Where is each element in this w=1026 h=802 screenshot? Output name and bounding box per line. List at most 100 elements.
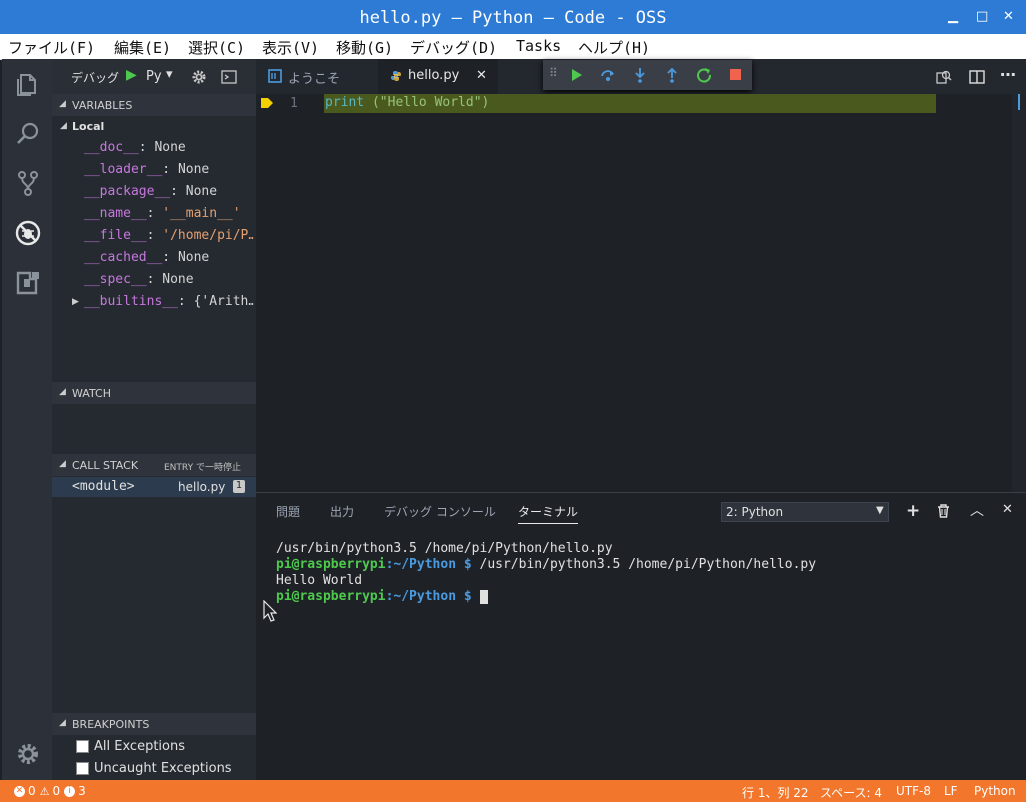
extensions-icon[interactable] bbox=[15, 270, 41, 296]
variable-row[interactable]: __file__: '/home/pi/P… bbox=[84, 228, 254, 243]
menu-view[interactable]: 表示(V) bbox=[262, 37, 319, 58]
tab-welcome[interactable]: ようこそ bbox=[256, 59, 376, 94]
scope-expand-icon[interactable]: ◢ bbox=[60, 121, 67, 131]
variable-row[interactable]: __package__: None bbox=[84, 184, 254, 199]
maximize-button[interactable]: □ bbox=[976, 9, 988, 24]
tab-terminal[interactable]: ターミナル bbox=[518, 503, 579, 524]
minimize-button[interactable]: ▁ bbox=[948, 9, 958, 24]
terminal-cursor bbox=[479, 589, 488, 604]
terminal-line: /usr/bin/python3.5 /home/pi/Python/hello… bbox=[276, 541, 613, 556]
collapse-triangle-icon: ◢ bbox=[59, 99, 66, 109]
terminal-select[interactable]: 2: Python ▼ bbox=[721, 502, 889, 522]
open-changes-icon[interactable] bbox=[936, 69, 952, 85]
source-control-icon[interactable] bbox=[15, 170, 41, 196]
debug-toolbar: ⠿ bbox=[543, 60, 752, 90]
indentation[interactable]: スペース: 4 bbox=[820, 784, 882, 801]
breakpoints-header[interactable]: ◢ BREAKPOINTS bbox=[52, 713, 256, 735]
bottom-panel: 問題 出力 デバッグ コンソール ターミナル 2: Python ▼ + ︿ ✕… bbox=[256, 492, 1026, 781]
menu-go[interactable]: 移動(G) bbox=[336, 37, 393, 58]
code-editor[interactable]: 1 print ("Hello World") bbox=[256, 94, 1026, 492]
start-debug-button[interactable]: ▶ bbox=[126, 67, 137, 83]
variable-row[interactable]: __name__: '__main__' bbox=[84, 206, 254, 221]
terminal-prompt[interactable]: pi@raspberrypi:~/Python $ bbox=[276, 589, 488, 604]
line-badge: 1 bbox=[233, 480, 245, 493]
status-bar: ✕ 0 ⚠ 0 i 3 行 1、列 22 スペース: 4 UTF-8 LF Python bbox=[0, 780, 1026, 802]
search-icon[interactable] bbox=[15, 121, 41, 147]
variable-row[interactable]: __doc__: None bbox=[84, 140, 254, 155]
chevron-down-icon[interactable]: ▾ bbox=[166, 67, 173, 82]
line-number: 1 bbox=[290, 96, 298, 111]
debug-sidebar: デバッグ ▶ Py ▾ ◢ VARIABLES ◢ Local __doc__:… bbox=[52, 59, 256, 780]
step-out-icon[interactable] bbox=[665, 67, 679, 83]
debug-console-icon[interactable] bbox=[221, 70, 237, 84]
info-icon: i bbox=[64, 786, 76, 797]
mouse-cursor-icon bbox=[263, 600, 277, 622]
variable-row[interactable]: __spec__: None bbox=[84, 272, 254, 287]
line-ending[interactable]: LF bbox=[944, 784, 958, 798]
scope-local[interactable]: Local bbox=[72, 120, 104, 133]
expand-triangle-icon[interactable]: ▶ bbox=[72, 297, 79, 307]
language-mode[interactable]: Python bbox=[974, 784, 1016, 798]
breakpoint-all-exceptions[interactable]: All Exceptions bbox=[76, 739, 185, 754]
split-editor-icon[interactable] bbox=[969, 69, 985, 85]
continue-icon[interactable] bbox=[569, 68, 583, 82]
checkbox[interactable] bbox=[76, 740, 89, 753]
debug-icon[interactable] bbox=[15, 220, 41, 246]
menu-bar: ファイル(F) 編集(E) 選択(C) 表示(V) 移動(G) デバッグ(D) … bbox=[0, 34, 1026, 60]
title-bar: hello.py — Python — Code - OSS ▁ □ ✕ bbox=[0, 0, 1026, 34]
menu-debug[interactable]: デバッグ(D) bbox=[410, 37, 497, 58]
trash-icon[interactable] bbox=[937, 504, 950, 518]
breakpoint-arrow-icon[interactable] bbox=[260, 96, 274, 110]
menu-tasks[interactable]: Tasks bbox=[516, 37, 561, 55]
step-into-icon[interactable] bbox=[633, 67, 647, 83]
debug-launch-bar: デバッグ ▶ Py ▾ bbox=[52, 59, 256, 94]
step-over-icon[interactable] bbox=[600, 68, 616, 82]
collapse-triangle-icon: ◢ bbox=[59, 387, 66, 397]
variable-row[interactable]: __builtins__: {'Arith… bbox=[84, 294, 254, 309]
debug-config-select[interactable]: Py bbox=[146, 69, 162, 84]
callstack-frame[interactable]: <module> hello.py 1 bbox=[52, 477, 256, 497]
explorer-icon[interactable] bbox=[15, 71, 41, 97]
menu-selection[interactable]: 選択(C) bbox=[188, 37, 245, 58]
variable-row[interactable]: __cached__: None bbox=[84, 250, 254, 265]
scroll-marker bbox=[1018, 94, 1020, 110]
terminal-line: pi@raspberrypi:~/Python $ /usr/bin/pytho… bbox=[276, 557, 817, 572]
scrollbar[interactable] bbox=[1012, 94, 1026, 492]
drag-handle-icon[interactable]: ⠿ bbox=[549, 66, 558, 80]
menu-edit[interactable]: 編集(E) bbox=[114, 37, 171, 58]
cursor-position[interactable]: 行 1、列 22 bbox=[742, 784, 809, 801]
tab-debug-console[interactable]: デバッグ コンソール bbox=[384, 503, 496, 520]
checkbox[interactable] bbox=[76, 762, 89, 775]
variable-row[interactable]: __loader__: None bbox=[84, 162, 254, 177]
breakpoint-uncaught-exceptions[interactable]: Uncaught Exceptions bbox=[76, 761, 232, 776]
tab-output[interactable]: 出力 bbox=[330, 503, 354, 520]
code-line[interactable]: print ("Hello World") bbox=[325, 95, 489, 110]
callstack-header[interactable]: ◢ CALL STACK ENTRY で一時停止 bbox=[52, 454, 256, 476]
collapse-triangle-icon: ◢ bbox=[59, 459, 66, 469]
close-window-button[interactable]: ✕ bbox=[1003, 9, 1014, 24]
tab-hello-py[interactable]: hello.py ✕ bbox=[378, 59, 498, 94]
variables-header[interactable]: ◢ VARIABLES bbox=[52, 94, 256, 116]
encoding[interactable]: UTF-8 bbox=[896, 784, 931, 798]
stop-icon[interactable] bbox=[730, 69, 741, 80]
problems-summary[interactable]: ✕ 0 ⚠ 0 i 3 bbox=[14, 784, 86, 798]
welcome-icon bbox=[268, 69, 282, 83]
collapse-triangle-icon: ◢ bbox=[59, 718, 66, 728]
close-panel-icon[interactable]: ✕ bbox=[1002, 502, 1013, 517]
callstack-status: ENTRY で一時停止 bbox=[164, 463, 241, 473]
add-terminal-icon[interactable]: + bbox=[906, 501, 920, 521]
menu-file[interactable]: ファイル(F) bbox=[8, 37, 95, 58]
menu-help[interactable]: ヘルプ(H) bbox=[578, 37, 650, 58]
more-actions-icon[interactable]: ⋯ bbox=[1000, 65, 1016, 84]
maximize-panel-icon[interactable]: ︿ bbox=[970, 500, 984, 520]
terminal-line: Hello World bbox=[276, 573, 363, 588]
restart-icon[interactable] bbox=[696, 67, 712, 83]
close-tab-icon[interactable]: ✕ bbox=[476, 68, 487, 83]
settings-gear-icon[interactable] bbox=[15, 741, 41, 767]
watch-header[interactable]: ◢ WATCH bbox=[52, 382, 256, 404]
activity-bar bbox=[2, 59, 52, 780]
chevron-down-icon: ▼ bbox=[876, 505, 884, 516]
debug-label: デバッグ bbox=[71, 71, 120, 85]
gear-icon[interactable] bbox=[191, 69, 207, 85]
tab-problems[interactable]: 問題 bbox=[276, 503, 300, 520]
